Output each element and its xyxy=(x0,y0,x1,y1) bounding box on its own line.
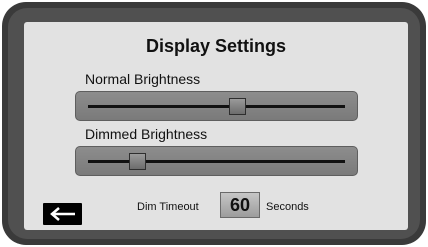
dim-timeout-value[interactable]: 60 xyxy=(220,192,260,218)
page-title: Display Settings xyxy=(145,36,287,56)
dimmed-brightness-slider[interactable] xyxy=(75,146,358,176)
normal-brightness-slider[interactable] xyxy=(75,91,358,121)
dim-timeout-label: Dim Timeout xyxy=(137,201,199,213)
dim-timeout-unit: Seconds xyxy=(266,201,309,213)
dimmed-brightness-thumb[interactable] xyxy=(128,153,146,170)
slider-track xyxy=(88,160,345,163)
dimmed-brightness-label: Dimmed Brightness xyxy=(85,126,208,142)
slider-track xyxy=(88,105,345,108)
device-frame: Display Settings Normal Brightness Dimme… xyxy=(2,2,426,245)
left-arrow-icon xyxy=(50,207,75,221)
back-button[interactable] xyxy=(43,203,82,225)
normal-brightness-thumb[interactable] xyxy=(229,98,247,115)
display-settings-screen: Display Settings Normal Brightness Dimme… xyxy=(24,22,408,230)
normal-brightness-label: Normal Brightness xyxy=(85,71,201,87)
